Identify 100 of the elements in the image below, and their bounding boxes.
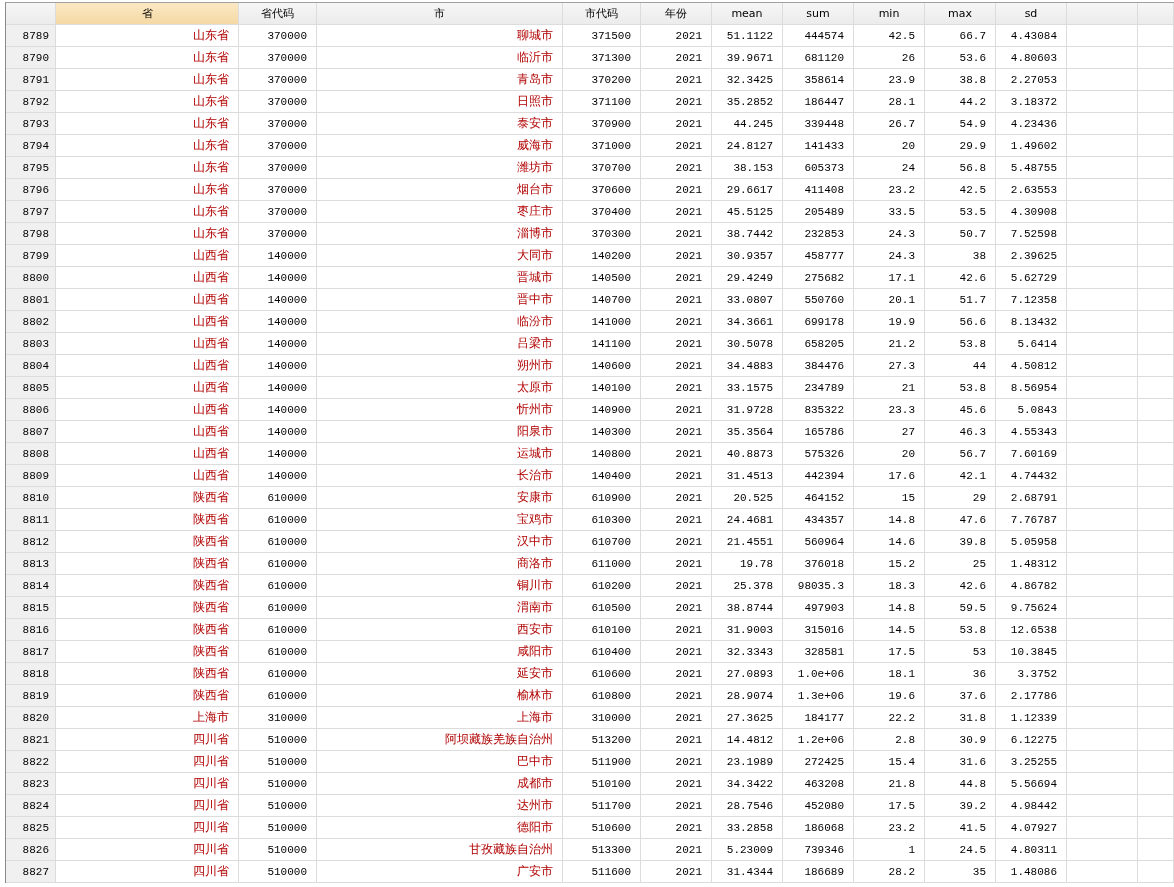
table-cell: 370000 (239, 47, 317, 69)
table-cell: 30.9357 (712, 245, 783, 267)
table-cell: 四川省 (56, 795, 239, 817)
table-cell: 140000 (239, 421, 317, 443)
table-cell: 四川省 (56, 861, 239, 883)
empty-cell (1067, 509, 1138, 531)
empty-cell (1067, 399, 1138, 421)
row-number: 8813 (6, 553, 56, 575)
row-number: 8826 (6, 839, 56, 861)
empty-cell (1067, 443, 1138, 465)
table-cell: 38.153 (712, 157, 783, 179)
table-cell: 潍坊市 (317, 157, 563, 179)
table-cell: 烟台市 (317, 179, 563, 201)
row-number: 8824 (6, 795, 56, 817)
column-header[interactable]: min (854, 3, 925, 25)
table-cell: 29 (925, 487, 996, 509)
table-cell: 山西省 (56, 311, 239, 333)
table-cell: 315016 (783, 619, 854, 641)
empty-cell (1067, 157, 1138, 179)
table-cell: 452080 (783, 795, 854, 817)
table-cell: 33.2858 (712, 817, 783, 839)
table-cell: 2021 (641, 817, 712, 839)
table-cell: 50.7 (925, 223, 996, 245)
row-number: 8795 (6, 157, 56, 179)
table-cell: 370600 (563, 179, 641, 201)
column-header[interactable]: 年份 (641, 3, 712, 25)
table-cell: 42.6 (925, 575, 996, 597)
table-cell: 山西省 (56, 333, 239, 355)
column-header[interactable]: max (925, 3, 996, 25)
table-cell: 658205 (783, 333, 854, 355)
table-cell: 14.6 (854, 531, 925, 553)
empty-cell (1067, 553, 1138, 575)
empty-cell (1138, 47, 1174, 69)
column-header[interactable]: 省 (56, 3, 239, 25)
table-cell: 4.07927 (996, 817, 1067, 839)
table-cell: 140000 (239, 333, 317, 355)
table-cell: 14.8 (854, 509, 925, 531)
empty-cell (1067, 377, 1138, 399)
table-cell: 140400 (563, 465, 641, 487)
table-cell: 550760 (783, 289, 854, 311)
column-header[interactable]: 市 (317, 3, 563, 25)
table-cell: 44.245 (712, 113, 783, 135)
table-cell: 2.8 (854, 729, 925, 751)
table-cell: 610200 (563, 575, 641, 597)
empty-cell (1138, 663, 1174, 685)
empty-cell (1067, 531, 1138, 553)
table-cell: 56.6 (925, 311, 996, 333)
table-cell: 610000 (239, 575, 317, 597)
table-cell: 2.27053 (996, 69, 1067, 91)
table-cell: 19.6 (854, 685, 925, 707)
table-cell: 140000 (239, 465, 317, 487)
table-cell: 29.4249 (712, 267, 783, 289)
table-cell: 4.98442 (996, 795, 1067, 817)
table-cell: 370000 (239, 113, 317, 135)
column-header[interactable]: 省代码 (239, 3, 317, 25)
table-cell: 44 (925, 355, 996, 377)
table-cell: 15.4 (854, 751, 925, 773)
row-number: 8793 (6, 113, 56, 135)
table-cell: 4.50812 (996, 355, 1067, 377)
table-cell: 27.3625 (712, 707, 783, 729)
table-cell: 德阳市 (317, 817, 563, 839)
table-cell: 53.6 (925, 47, 996, 69)
table-cell: 2021 (641, 839, 712, 861)
table-cell: 山东省 (56, 113, 239, 135)
empty-cell (1067, 223, 1138, 245)
empty-cell (1138, 245, 1174, 267)
table-cell: 甘孜藏族自治州 (317, 839, 563, 861)
table-cell: 51.7 (925, 289, 996, 311)
table-cell: 4.86782 (996, 575, 1067, 597)
table-cell: 28.1 (854, 91, 925, 113)
column-header[interactable]: sum (783, 3, 854, 25)
empty-cell (1138, 201, 1174, 223)
row-number: 8797 (6, 201, 56, 223)
table-cell: 15 (854, 487, 925, 509)
table-cell: 513200 (563, 729, 641, 751)
table-cell: 370900 (563, 113, 641, 135)
row-number: 8809 (6, 465, 56, 487)
row-number: 8812 (6, 531, 56, 553)
column-header[interactable]: mean (712, 3, 783, 25)
table-cell: 610000 (239, 509, 317, 531)
table-cell: 14.8 (854, 597, 925, 619)
column-header[interactable]: 市代码 (563, 3, 641, 25)
empty-cell (1067, 69, 1138, 91)
table-cell: 23.9 (854, 69, 925, 91)
table-cell: 275682 (783, 267, 854, 289)
table-cell: 23.1989 (712, 751, 783, 773)
row-number: 8805 (6, 377, 56, 399)
row-number: 8807 (6, 421, 56, 443)
table-cell: 长治市 (317, 465, 563, 487)
table-cell: 山东省 (56, 47, 239, 69)
table-cell: 46.3 (925, 421, 996, 443)
table-cell: 朔州市 (317, 355, 563, 377)
table-cell: 370000 (239, 157, 317, 179)
table-cell: 140200 (563, 245, 641, 267)
table-cell: 510000 (239, 751, 317, 773)
column-header[interactable]: sd (996, 3, 1067, 25)
table-cell: 19.78 (712, 553, 783, 575)
table-cell: 山西省 (56, 267, 239, 289)
table-cell: 2021 (641, 531, 712, 553)
table-cell: 20.525 (712, 487, 783, 509)
